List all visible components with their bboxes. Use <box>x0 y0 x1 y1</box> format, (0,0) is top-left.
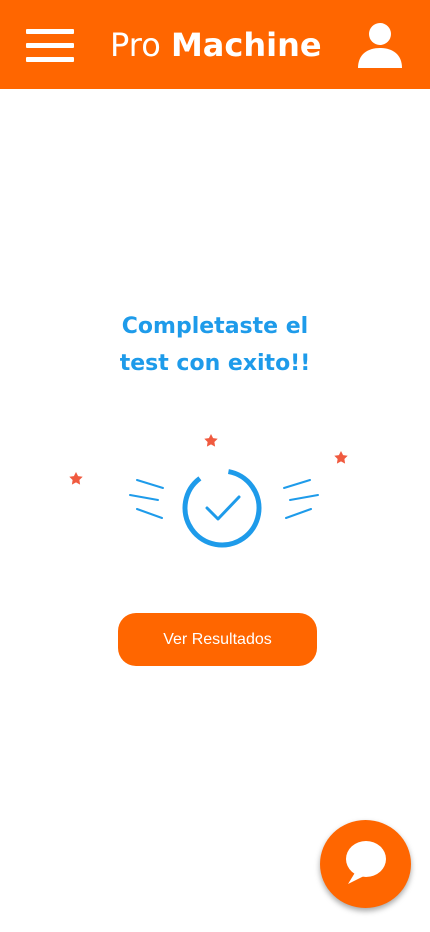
success-heading-line2: test con exito!! <box>119 351 311 376</box>
user-profile-icon-svg <box>358 23 402 68</box>
app-title-light: Pro <box>110 26 161 64</box>
motion-line <box>136 479 164 489</box>
hamburger-menu-icon[interactable] <box>24 27 76 67</box>
star-icon <box>69 472 83 485</box>
app-title: Pro Machine <box>110 24 322 66</box>
star-icon <box>334 451 348 464</box>
motion-line <box>136 508 163 519</box>
success-check-icon <box>69 434 348 548</box>
app-title-bold: Machine <box>170 26 322 64</box>
chat-bubble-icon-svg <box>346 841 386 884</box>
motion-line <box>285 508 312 519</box>
ver-resultados-button[interactable]: Ver Resultados <box>118 613 317 666</box>
chat-bubble-icon[interactable] <box>320 820 411 908</box>
check-ring <box>182 468 262 548</box>
menu-bar <box>26 57 74 62</box>
success-illustration <box>55 420 365 560</box>
success-heading-line1: Completaste el <box>121 314 309 339</box>
motion-line <box>129 494 159 501</box>
check-mark <box>205 495 241 521</box>
app-header: Pro Machine <box>0 0 430 89</box>
star-icon <box>204 434 218 447</box>
menu-bar <box>26 43 74 48</box>
success-heading: Completaste el test con exito!! <box>90 308 340 382</box>
user-profile-icon[interactable] <box>354 20 406 72</box>
motion-line <box>283 479 311 489</box>
motion-line <box>289 494 319 501</box>
menu-bar <box>26 29 74 34</box>
